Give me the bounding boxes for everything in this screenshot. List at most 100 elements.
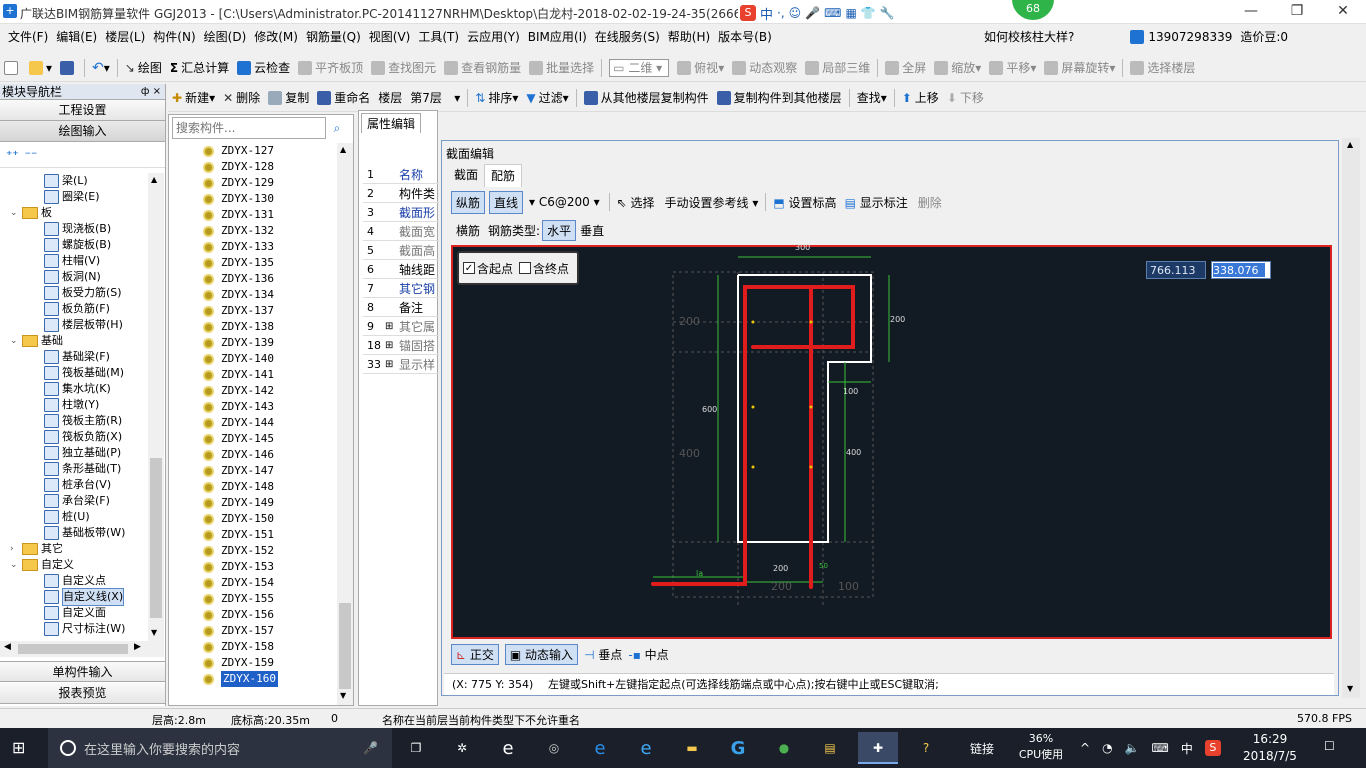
undo-button[interactable]: ↶ ▾ — [88, 56, 114, 80]
spiral-app-icon[interactable]: ◎ — [536, 741, 572, 755]
tree-expand-icon[interactable]: › — [10, 541, 20, 557]
menu-item[interactable]: 帮助(H) — [664, 24, 714, 50]
ggj-app-icon[interactable]: ✚ — [858, 732, 898, 764]
move-up-button[interactable]: ⬆ 上移 — [898, 86, 943, 110]
horizontal-button[interactable]: 水平 — [542, 219, 577, 241]
tree-item[interactable]: 现浇板(B) — [44, 221, 111, 237]
tree-item[interactable]: 板洞(N) — [44, 269, 101, 285]
property-row[interactable]: 3 截面形 — [363, 203, 439, 222]
menu-item[interactable]: 修改(M) — [250, 24, 302, 50]
property-row[interactable]: 2 构件类 — [363, 184, 439, 203]
price-beans[interactable]: 造价豆:0 — [1236, 24, 1292, 50]
delete-rebar-button[interactable]: 删除 — [918, 194, 942, 211]
report-preview-button[interactable]: 报表预览 — [0, 683, 165, 704]
sum-button[interactable]: Σ 汇总计算 — [166, 56, 233, 80]
zoom-button[interactable]: 缩放 ▾ — [930, 56, 985, 80]
select-button[interactable]: ⇖ 选择 — [617, 194, 655, 211]
move-down-button[interactable]: ⬇ 下移 — [943, 86, 988, 110]
draw-input-button[interactable]: 绘图输入 — [0, 121, 165, 142]
tree-expand-icon[interactable]: ⌄ — [10, 205, 20, 221]
tree-item[interactable]: 集水坑(K) — [44, 381, 111, 397]
midpoint-button[interactable]: -▪ 中点 — [628, 646, 668, 663]
tab-section[interactable]: 截面 — [448, 164, 484, 186]
coord-y-input[interactable] — [1211, 261, 1271, 279]
property-row[interactable]: 9 ⊞ 其它属 — [363, 317, 439, 336]
component-item[interactable]: ZDYX-153 — [203, 559, 274, 575]
component-item[interactable]: ZDYX-151 — [203, 527, 274, 543]
tree-item[interactable]: 梁(L) — [44, 173, 88, 189]
vertical-button[interactable]: 垂直 — [580, 222, 604, 239]
tree-item[interactable]: 自定义线(X) — [44, 588, 125, 606]
fullscreen-button[interactable]: 全屏 — [881, 56, 930, 80]
show-mark-button[interactable]: ▤ 显示标注 — [845, 194, 908, 211]
horizontal-bar-tab[interactable]: 横筋 — [456, 222, 480, 239]
tree-item[interactable]: ⌄ 自定义 — [10, 557, 74, 573]
restore-button[interactable]: ❐ — [1274, 0, 1320, 24]
batch-select-button[interactable]: 批量选择 — [525, 56, 598, 80]
component-item[interactable]: ZDYX-135 — [203, 255, 274, 271]
component-item[interactable]: ZDYX-149 — [203, 495, 274, 511]
rotate-button[interactable]: 屏幕旋转 ▾ — [1040, 56, 1119, 80]
component-item[interactable]: ZDYX-130 — [203, 191, 274, 207]
tree-item[interactable]: 板受力筋(S) — [44, 285, 122, 301]
keyboard-tray-icon[interactable]: ⌨ — [1152, 741, 1169, 755]
tree-hscroll[interactable]: ◀ ▶ — [0, 641, 164, 657]
tree-item[interactable]: ⌄ 板 — [10, 205, 52, 221]
component-item[interactable]: ZDYX-160 — [203, 671, 278, 687]
menu-item[interactable]: 文件(F) — [4, 24, 52, 50]
task-view-icon[interactable]: ❐ — [398, 741, 434, 755]
taskbar-search[interactable]: 在这里输入你要搜索的内容 🎤 — [48, 728, 392, 768]
property-row[interactable]: 5 截面高 — [363, 241, 439, 260]
view-2d-select[interactable]: ▭ 二维 ▾ — [605, 56, 673, 80]
search-icon[interactable]: ⌕ — [326, 117, 348, 139]
component-item[interactable]: ZDYX-146 — [203, 447, 274, 463]
help-question-link[interactable]: 如何校核柱大样? — [980, 24, 1078, 50]
tree-item[interactable]: 柱墩(Y) — [44, 397, 99, 413]
include-start-checkbox[interactable]: ✓ 含起点 — [463, 260, 513, 277]
tree-item[interactable]: 桩(U) — [44, 509, 90, 525]
component-item[interactable]: ZDYX-155 — [203, 591, 274, 607]
menu-item[interactable]: 版本号(B) — [714, 24, 776, 50]
tree-item[interactable]: 自定义点 — [44, 573, 106, 589]
nav-pin-close[interactable]: ф × — [141, 84, 161, 100]
floor-select[interactable]: 第7层 ▾ — [406, 86, 464, 110]
component-item[interactable]: ZDYX-144 — [203, 415, 274, 431]
property-row[interactable]: 4 截面宽 — [363, 222, 439, 241]
open-button[interactable]: ▾ — [25, 56, 56, 80]
notes-app-icon[interactable]: ▤ — [812, 741, 848, 755]
menu-item[interactable]: 云应用(Y) — [463, 24, 524, 50]
ime-toolbar[interactable]: S 中 ·, ☺ 🎤 ⌨ ▦ 👕 🔧 — [738, 3, 944, 23]
start-button[interactable]: ⊞ — [12, 739, 32, 757]
copy-button[interactable]: 复制 — [264, 86, 313, 110]
tab-rebar[interactable]: 配筋 — [484, 163, 523, 187]
set-elevation-button[interactable]: ⬒ 设置标高 — [773, 194, 836, 211]
tree-item[interactable]: 基础梁(F) — [44, 349, 110, 365]
tree-item[interactable]: 条形基础(T) — [44, 461, 121, 477]
new-component-button[interactable]: ✚ 新建 ▾ — [168, 86, 219, 110]
property-row[interactable]: 7 其它钢 — [363, 279, 439, 298]
main-vscroll[interactable]: ▲ ▼ — [1342, 138, 1360, 698]
menu-item[interactable]: 钢筋量(Q) — [302, 24, 365, 50]
green-app-icon[interactable]: ● — [766, 741, 802, 755]
component-item[interactable]: ZDYX-140 — [203, 351, 274, 367]
menu-item[interactable]: 绘图(D) — [200, 24, 251, 50]
line-button[interactable]: 直线 — [489, 190, 524, 214]
component-item[interactable]: ZDYX-138 — [203, 319, 274, 335]
flat-slab-button[interactable]: 平齐板顶 — [294, 56, 367, 80]
list-vscroll[interactable]: ▲ ▼ — [337, 143, 353, 705]
component-item[interactable]: ZDYX-147 — [203, 463, 274, 479]
spec-select[interactable]: ▾ C6@200 ▾ — [527, 193, 602, 211]
component-item[interactable]: ZDYX-137 — [203, 303, 274, 319]
ortho-button[interactable]: ⊾ 正交 — [451, 643, 499, 665]
component-item[interactable]: ZDYX-136 — [203, 271, 274, 287]
component-item[interactable]: ZDYX-150 — [203, 511, 274, 527]
menu-item[interactable]: 视图(V) — [365, 24, 415, 50]
tree-item[interactable]: 自定义面 — [44, 605, 106, 621]
component-item[interactable]: ZDYX-152 — [203, 543, 274, 559]
tree-item[interactable]: 筏板负筋(X) — [44, 429, 122, 445]
menu-item[interactable]: BIM应用(I) — [524, 24, 591, 50]
sogou-tray-icon[interactable]: S — [1204, 740, 1221, 756]
edge-app-icon[interactable]: e — [582, 738, 618, 759]
component-item[interactable]: ZDYX-132 — [203, 223, 274, 239]
close-button[interactable]: ✕ — [1320, 0, 1366, 24]
